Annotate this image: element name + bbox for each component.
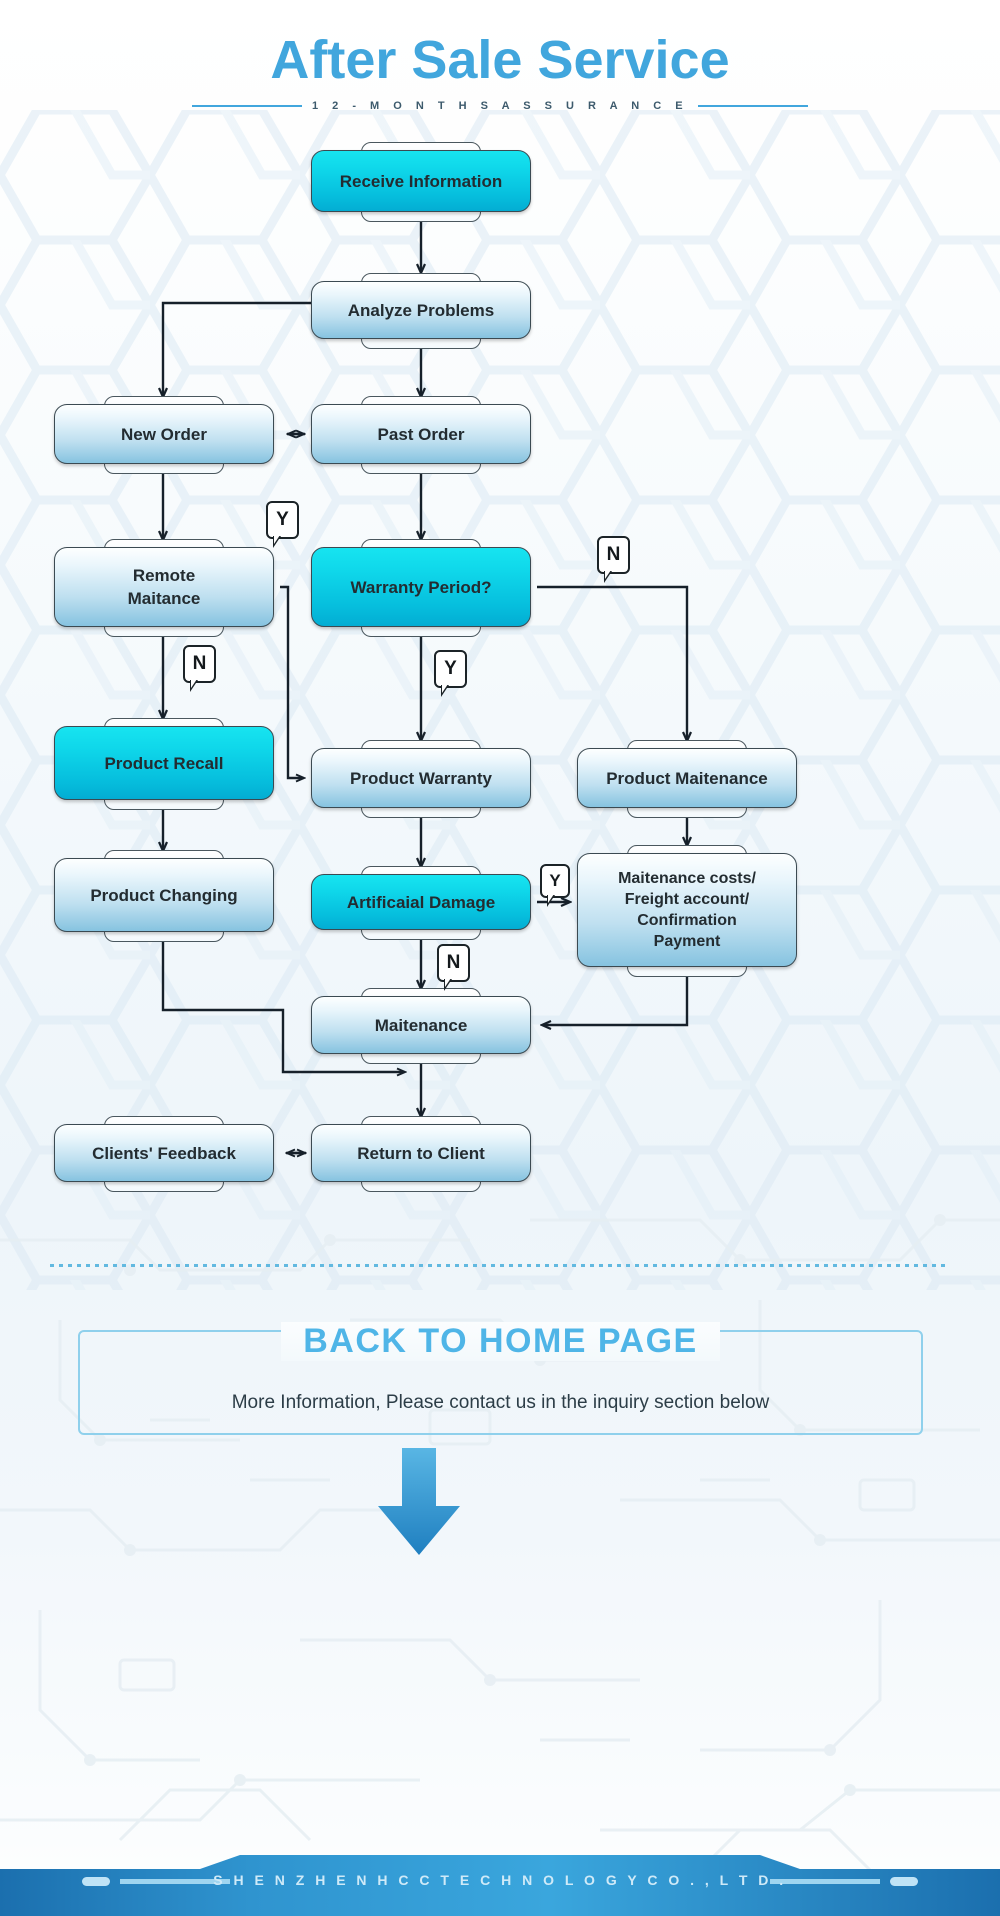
edge-remote-prodwarranty [280, 585, 303, 778]
node-new-order[interactable]: New Order [54, 404, 274, 464]
node-product-recall[interactable]: Product Recall [54, 726, 274, 800]
node-label: Clients' Feedback [92, 1143, 236, 1163]
flowchart: Receive Information Analyze Problems New… [0, 0, 1000, 1300]
node-label: Return to Client [357, 1143, 485, 1163]
edge-warranty-prodmaitenance [537, 585, 687, 740]
node-label: Analyze Problems [347, 300, 495, 320]
node-warranty-period[interactable]: Warranty Period? [311, 547, 531, 627]
company-name: S H E N Z H E N H C C T E C H N O L O G … [213, 1872, 787, 1888]
node-return-to-client[interactable]: Return to Client [311, 1124, 531, 1182]
node-label: Maitenance costs/ Freight account/ Confi… [618, 870, 756, 950]
node-receive-information[interactable]: Receive Information [311, 150, 531, 212]
page-root: After Sale Service 1 2 - M O N T H S A S… [0, 0, 1000, 1916]
back-to-home-subtext: More Information, Please contact us in t… [231, 1392, 770, 1413]
decision-label-text: N [192, 653, 207, 674]
node-maitenance-costs[interactable]: Maitenance costs/ Freight account/ Confi… [577, 853, 797, 967]
node-label: New Order [121, 424, 207, 444]
decision-label-y-warranty-down: Y [434, 650, 467, 697]
decision-label-text: Y [549, 871, 561, 890]
back-to-home-title[interactable]: BACK TO HOME PAGE [281, 1322, 720, 1361]
node-label: Maitenance [374, 1015, 468, 1035]
decision-label-text: Y [444, 658, 457, 679]
decision-label-y-artificial: Y [540, 864, 570, 907]
node-remote-maitance[interactable]: Remote Maitance [54, 547, 274, 627]
node-label: Product Changing [90, 885, 238, 905]
back-to-home-title-wrap: BACK TO HOME PAGE [78, 1322, 923, 1361]
node-product-changing[interactable]: Product Changing [54, 858, 274, 932]
down-arrow-icon [378, 1448, 460, 1555]
node-label: Receive Information [339, 171, 503, 191]
decision-label-n-warranty-right: N [597, 536, 630, 583]
node-analyze-problems[interactable]: Analyze Problems [311, 281, 531, 339]
node-label: Product Maitenance [606, 768, 768, 788]
decision-label-n-artificial: N [437, 944, 470, 991]
node-label: Remote Maitance [127, 566, 201, 608]
node-label: Warranty Period? [350, 577, 492, 597]
node-label: Product Warranty [349, 768, 492, 788]
node-product-maitenance[interactable]: Product Maitenance [577, 748, 797, 808]
decision-label-text: N [446, 952, 461, 973]
decision-label-text: Y [276, 509, 289, 530]
node-label: Past Order [377, 424, 465, 444]
node-clients-feedback[interactable]: Clients' Feedback [54, 1124, 274, 1182]
edge-analyze-neworder [163, 301, 311, 396]
edge-costs-maitenance [543, 973, 689, 1025]
decision-label-n-remote: N [183, 645, 216, 692]
decision-label-y-warranty-left: Y [266, 501, 299, 548]
decision-label-text: N [606, 544, 621, 565]
node-maitenance[interactable]: Maitenance [311, 996, 531, 1054]
dotted-separator [50, 1264, 950, 1267]
node-artificaial-damage[interactable]: Artificaial Damage [311, 874, 531, 930]
node-past-order[interactable]: Past Order [311, 404, 531, 464]
node-product-warranty[interactable]: Product Warranty [311, 748, 531, 808]
node-label: Artificaial Damage [346, 892, 496, 912]
node-label: Product Recall [104, 753, 224, 773]
